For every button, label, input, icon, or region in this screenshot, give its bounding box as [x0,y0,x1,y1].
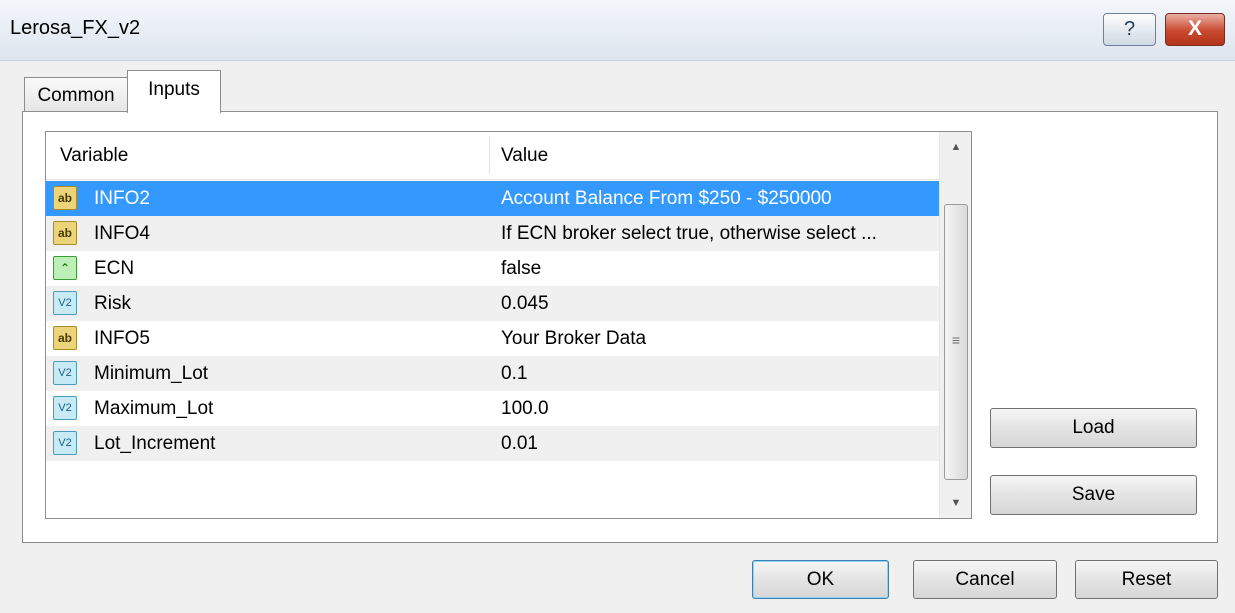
variable-name: ECN [94,258,135,279]
scroll-up-arrow-icon[interactable]: ▲ [940,132,971,162]
variable-value[interactable]: 0.045 [501,293,549,315]
table-row[interactable]: V2 Maximum_Lot 100.0 [46,391,939,426]
variable-name: Maximum_Lot [94,398,214,419]
scroll-down-arrow-icon[interactable]: ▼ [940,488,971,518]
close-icon: X [1187,17,1202,40]
table-body: ab INFO2 Account Balance From $250 - $2500… [46,181,939,461]
load-button[interactable]: Load [990,408,1197,448]
scroll-grip-icon: ≡ [951,332,961,348]
ok-button[interactable]: OK [752,560,889,599]
table-row[interactable]: ab INFO4 If ECN broker select true, otherw… [46,216,939,251]
column-header-variable[interactable]: Variable [60,145,128,167]
number-v2-icon: V2 [53,291,77,315]
number-v2-icon: V2 [53,431,77,455]
table-row[interactable]: ab INFO2 Account Balance From $250 - $2500… [46,181,939,216]
variable-name: Risk [94,293,131,314]
variable-name: Minimum_Lot [94,363,209,384]
help-button[interactable]: ? [1103,13,1156,46]
variable-value[interactable]: Your Broker Data [501,328,646,350]
number-v2-icon: V2 [53,361,77,385]
variable-value[interactable]: false [501,258,541,280]
variable-name: Lot_Increment [94,433,216,454]
table-row[interactable]: V2 Minimum_Lot 0.1 [46,356,939,391]
column-divider[interactable] [489,136,490,174]
window-title: Lerosa_FX_v2 [10,17,141,39]
save-button[interactable]: Save [990,475,1197,515]
cancel-button[interactable]: Cancel [913,560,1057,599]
reset-button[interactable]: Reset [1075,560,1218,599]
variable-value[interactable]: 0.1 [501,363,527,385]
inputs-table[interactable]: Variable Value ab INFO2 Account Balance Fr… [45,131,972,519]
scrollbar-thumb[interactable]: ≡ [944,204,968,480]
vertical-scrollbar[interactable]: ▲ ≡ ▼ [939,132,971,518]
table-row[interactable]: V2 Lot_Increment 0.01 [46,426,939,461]
help-icon: ? [1123,18,1136,40]
string-ab-icon: ab [53,326,77,350]
table-row[interactable]: ab INFO5 Your Broker Data [46,321,939,356]
table-header: Variable Value [46,132,939,180]
string-ab-icon: ab [53,221,77,245]
boolean-icon: ⌃ [53,256,77,280]
title-bar: Lerosa_FX_v2 ? X [0,0,1235,61]
column-header-value[interactable]: Value [501,145,548,167]
tab-inputs[interactable]: Inputs [127,70,221,113]
number-v2-icon: V2 [53,396,77,420]
variable-name: INFO4 [94,223,150,244]
tab-common[interactable]: Common [24,77,128,112]
close-button[interactable]: X [1165,13,1225,46]
variable-value[interactable]: 0.01 [501,433,538,455]
variable-value[interactable]: If ECN broker select true, otherwise sel… [501,223,877,245]
table-row[interactable]: V2 Risk 0.045 [46,286,939,321]
variable-value[interactable]: Account Balance From $250 - $250000 [501,188,832,210]
variable-name: INFO5 [94,328,150,349]
table-row[interactable]: ⌃ ECN false [46,251,939,286]
variable-name: INFO2 [94,188,150,209]
variable-value[interactable]: 100.0 [501,398,549,420]
string-ab-icon: ab [53,186,77,210]
